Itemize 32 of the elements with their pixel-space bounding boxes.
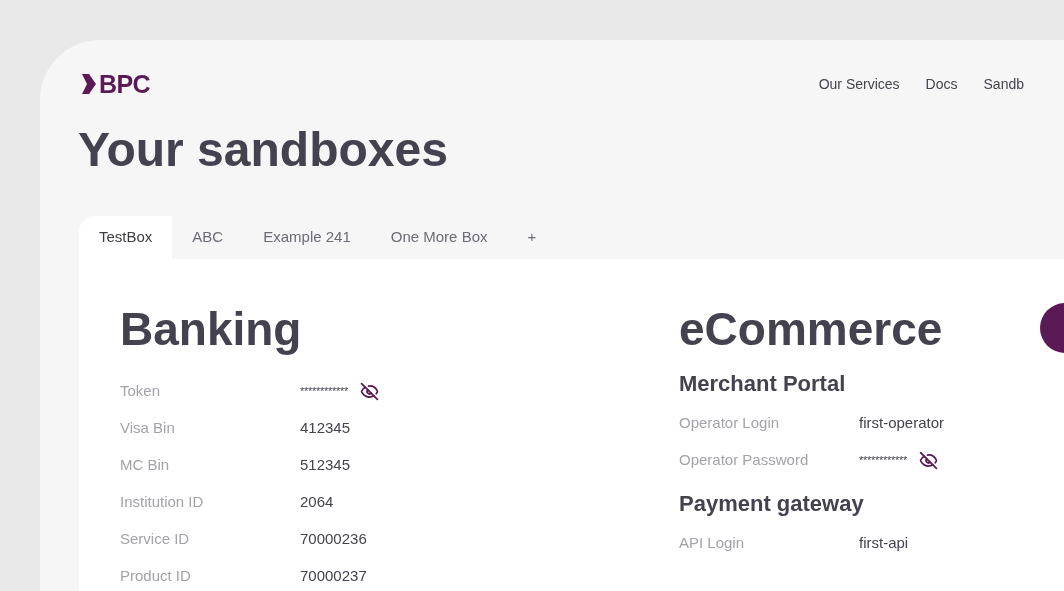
- field-label: Product ID: [120, 566, 192, 587]
- field-label: API Login: [679, 533, 746, 554]
- field-label: Visa Bin: [120, 418, 176, 439]
- field-label: Operator Login: [679, 413, 781, 434]
- field-label: MC Bin: [120, 455, 171, 476]
- hide-icon[interactable]: [360, 382, 380, 401]
- field-value: first-operator: [859, 413, 945, 434]
- field-label: Operator Password: [679, 450, 810, 471]
- hide-icon[interactable]: [919, 451, 939, 470]
- logo-text: BPC: [99, 71, 150, 97]
- field-value: first-api: [859, 533, 909, 554]
- section-heading: eCommerce: [679, 302, 944, 357]
- nav-link[interactable]: Docs: [925, 73, 958, 95]
- field-value: 2064: [300, 492, 334, 513]
- field-label: Institution ID: [120, 492, 205, 513]
- field-value: 412345: [300, 418, 351, 439]
- field-value: 70000236: [300, 529, 367, 550]
- field-value: 70000237: [300, 566, 367, 587]
- field-label: Service ID: [120, 529, 191, 550]
- page-title: Your sandboxes: [77, 122, 449, 178]
- field-label: Token: [120, 381, 162, 402]
- subsection-heading: Merchant Portal: [679, 370, 847, 398]
- nav-link[interactable]: Our Services: [818, 73, 900, 95]
- logo[interactable]: BPC: [82, 71, 150, 97]
- masked-value: ************: [300, 384, 349, 400]
- nav-link[interactable]: Sandb: [983, 73, 1024, 95]
- chevron-icon: [82, 74, 96, 94]
- field-value: 512345: [300, 455, 351, 476]
- masked-value: ************: [859, 453, 908, 469]
- sandbox-tab[interactable]: TestBox: [79, 216, 173, 259]
- section-heading: Banking: [120, 302, 303, 357]
- subsection-heading: Payment gateway: [679, 490, 865, 518]
